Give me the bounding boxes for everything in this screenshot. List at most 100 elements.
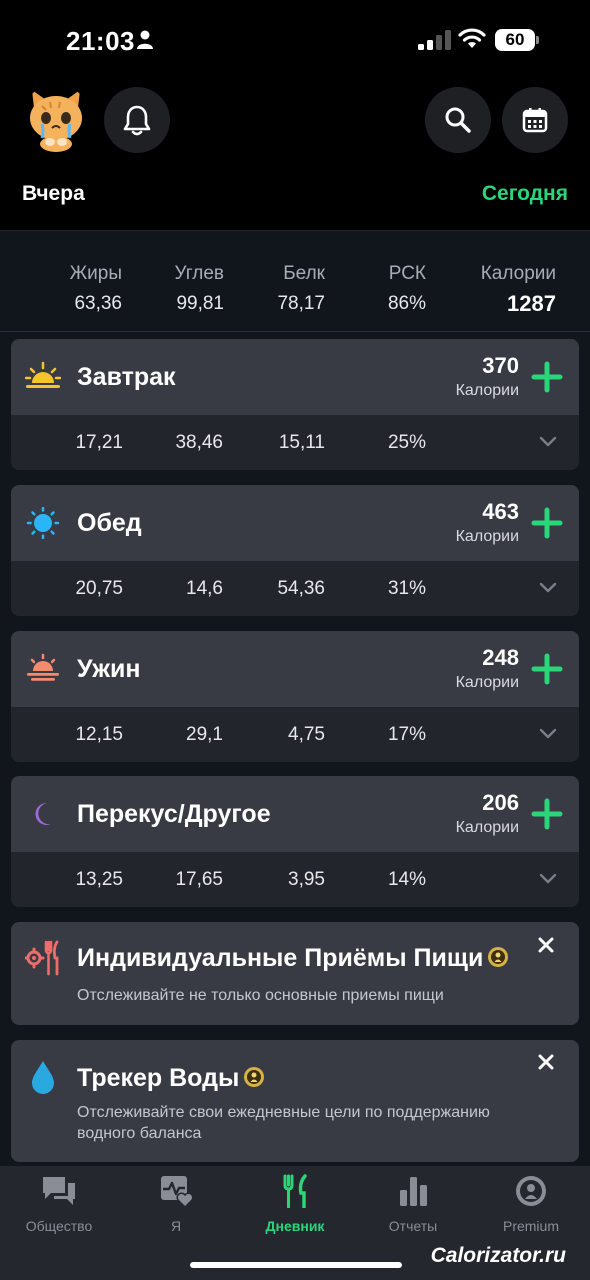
- meal-rdi: 31%: [387, 578, 426, 599]
- battery-level: 60: [495, 29, 535, 51]
- tab-label: Premium: [502, 1218, 559, 1234]
- meal-name: Перекус/Другое: [77, 800, 271, 828]
- meal-protein: 54,36: [277, 578, 325, 599]
- promo-title: Трекер Воды: [77, 1064, 240, 1092]
- meal-calories: 370 Калории: [456, 353, 519, 400]
- meal-macros-row[interactable]: 17,21 38,46 15,11 25%: [11, 415, 579, 470]
- meal-card-lunch: Обед 463 Калории 20,75 14,6 54,36 31%: [11, 485, 579, 616]
- promo-card-custom-meals[interactable]: Индивидуальные Приёмы Пищи Отслеживайте …: [11, 922, 579, 1025]
- meal-header[interactable]: Ужин 248 Калории: [11, 631, 579, 707]
- sun-icon: [26, 507, 60, 539]
- battery-tip: [536, 36, 539, 44]
- bar-chart-icon: [400, 1177, 427, 1206]
- wifi-icon: [458, 28, 486, 48]
- meal-rdi: 14%: [387, 869, 426, 890]
- search-button[interactable]: [425, 87, 491, 153]
- meal-fat: 13,25: [75, 869, 123, 890]
- person-icon: [137, 30, 153, 49]
- next-day-link[interactable]: Сегодня: [482, 182, 568, 206]
- promo-title: Индивидуальные Приёмы Пищи: [77, 944, 484, 972]
- meal-rdi: 17%: [387, 724, 426, 745]
- meal-header[interactable]: Перекус/Другое 206 Калории: [11, 776, 579, 852]
- meal-name: Обед: [77, 509, 142, 537]
- promo-card-water-tracker[interactable]: Трекер Воды Отслеживайте свои ежедневные…: [11, 1040, 579, 1162]
- meal-name: Завтрак: [77, 363, 176, 391]
- meal-protein: 3,95: [288, 869, 325, 890]
- meal-macros-row[interactable]: 13,25 17,65 3,95 14%: [11, 852, 579, 907]
- meal-card-dinner: Ужин 248 Калории 12,15 29,1 4,75 17%: [11, 631, 579, 762]
- promo-title-wrapper: Индивидуальные Приёмы Пищи: [77, 944, 509, 973]
- avatar[interactable]: [22, 84, 90, 152]
- meal-macros-row[interactable]: 20,75 14,6 54,36 31%: [11, 561, 579, 616]
- fork-knife-icon: [283, 1174, 307, 1208]
- meal-calories-label: Калории: [455, 819, 519, 836]
- meal-header[interactable]: Завтрак 370 Калории: [11, 339, 579, 415]
- meal-carbs: 14,6: [186, 578, 223, 599]
- summary-protein-label: Белк: [283, 263, 325, 284]
- summary-calories-label: Калории: [480, 263, 556, 284]
- meal-calories: 206 Калории: [456, 790, 519, 837]
- meal-calories-value: 463: [482, 499, 519, 524]
- notifications-button[interactable]: [104, 87, 170, 153]
- battery-indicator: 60: [495, 29, 539, 51]
- meal-calories-label: Калории: [455, 382, 519, 399]
- chevron-down-icon[interactable]: [539, 580, 557, 594]
- meal-calories-value: 248: [482, 645, 519, 670]
- meal-carbs: 29,1: [186, 724, 223, 745]
- bell-icon: [123, 105, 151, 136]
- meal-carbs: 38,46: [175, 432, 223, 453]
- status-bar: 21:03 60: [0, 0, 590, 80]
- tab-community[interactable]: Общество: [0, 1174, 118, 1234]
- summary-protein-value: 78,17: [277, 293, 325, 314]
- daily-summary: Жиры 63,36 Углев 99,81 Белк 78,17 РСК 86…: [0, 230, 590, 332]
- summary-rdi-value: 86%: [387, 293, 426, 314]
- add-food-button[interactable]: [531, 361, 563, 393]
- watermark-text: Calorizator.ru: [430, 1244, 566, 1267]
- meal-rdi: 25%: [387, 432, 426, 453]
- meal-card-breakfast: Завтрак 370 Калории 17,21 38,46 15,11 25…: [11, 339, 579, 470]
- chevron-down-icon[interactable]: [539, 726, 557, 740]
- close-icon[interactable]: [537, 1053, 555, 1071]
- status-time: 21:03: [66, 26, 135, 56]
- premium-badge-icon: [488, 947, 509, 968]
- meal-header[interactable]: Обед 463 Калории: [11, 485, 579, 561]
- summary-carbs: Углев 99,81: [175, 263, 224, 315]
- add-food-button[interactable]: [531, 798, 563, 830]
- chevron-down-icon[interactable]: [539, 871, 557, 885]
- add-food-button[interactable]: [531, 507, 563, 539]
- previous-day-link[interactable]: Вчера: [22, 182, 85, 206]
- meal-macros-row[interactable]: 12,15 29,1 4,75 17%: [11, 707, 579, 762]
- tab-diary[interactable]: Дневник: [236, 1174, 354, 1234]
- tab-label: Отчеты: [388, 1218, 438, 1234]
- meal-fat: 17,21: [75, 432, 123, 453]
- close-icon[interactable]: [537, 936, 555, 954]
- meal-fat: 12,15: [75, 724, 123, 745]
- chat-bubbles-icon: [43, 1177, 75, 1205]
- water-drop-icon: [32, 1061, 54, 1094]
- tab-me[interactable]: Я: [117, 1174, 235, 1234]
- meal-calories-value: 370: [482, 353, 519, 378]
- meal-card-snack: Перекус/Другое 206 Калории 13,25 17,65 3…: [11, 776, 579, 907]
- fork-knife-gear-icon: [25, 940, 59, 976]
- meal-name: Ужин: [77, 655, 141, 683]
- calendar-button[interactable]: [502, 87, 568, 153]
- heart-pulse-icon: [161, 1176, 194, 1208]
- tab-reports[interactable]: Отчеты: [354, 1174, 472, 1234]
- home-indicator[interactable]: [190, 1262, 402, 1268]
- meal-carbs: 17,65: [175, 869, 223, 890]
- meal-calories-label: Калории: [455, 528, 519, 545]
- tab-label: Я: [170, 1218, 182, 1234]
- moon-icon: [35, 802, 51, 825]
- tab-label: Общество: [25, 1218, 93, 1234]
- meal-protein: 15,11: [278, 432, 325, 453]
- meal-calories-label: Калории: [455, 674, 519, 691]
- chevron-down-icon[interactable]: [539, 434, 557, 448]
- meal-calories: 463 Калории: [456, 499, 519, 546]
- add-food-button[interactable]: [531, 653, 563, 685]
- summary-rdi: РСК 86%: [388, 263, 426, 315]
- summary-fat-value: 63,36: [74, 293, 122, 314]
- tab-premium[interactable]: Premium: [472, 1174, 590, 1234]
- summary-calories-value: 1287: [507, 291, 556, 316]
- summary-fat: Жиры 63,36: [70, 263, 122, 315]
- calendar-icon: [522, 108, 548, 133]
